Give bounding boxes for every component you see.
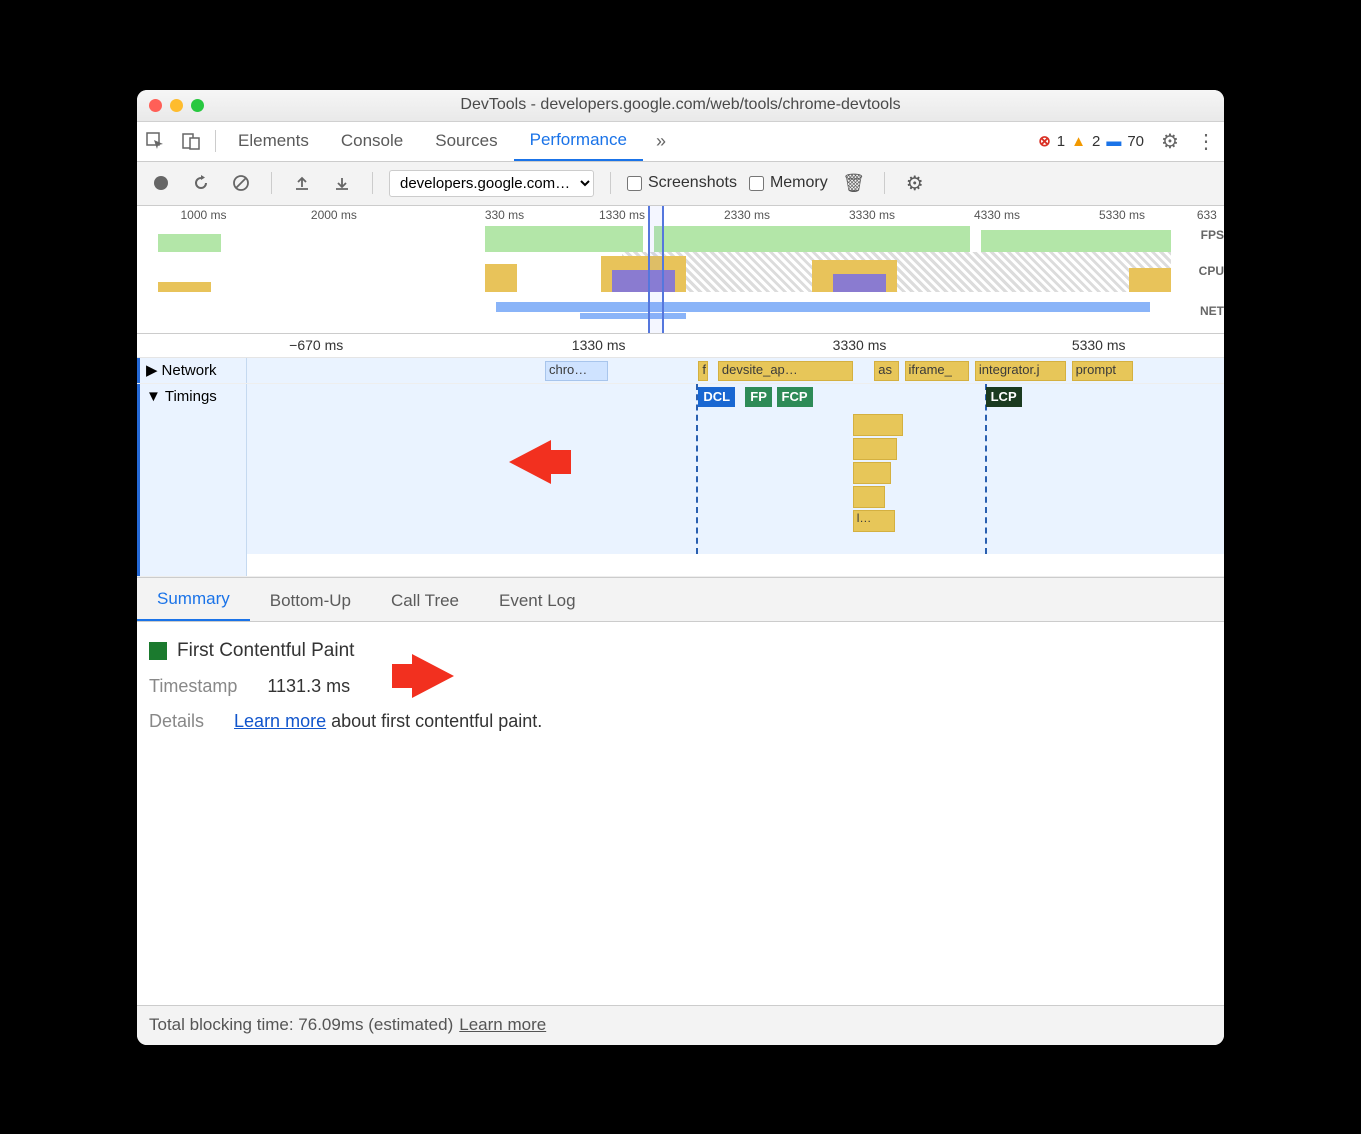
timing-marker-fp[interactable]: FP (745, 387, 772, 407)
network-row-label[interactable]: ▶Network (137, 358, 247, 383)
timing-marker-lcp[interactable]: LCP (986, 387, 1022, 407)
blocking-time-label: Total blocking time: 76.09ms (estimated) (149, 1015, 453, 1035)
tab-elements[interactable]: Elements (222, 122, 325, 161)
minimize-button[interactable] (170, 99, 183, 112)
tab-call-tree[interactable]: Call Tree (371, 581, 479, 621)
expand-icon: ▶ (146, 361, 158, 379)
annotation-arrow-icon (509, 440, 551, 484)
warning-icon: ▲ (1071, 133, 1086, 150)
titlebar: DevTools - developers.google.com/web/too… (137, 90, 1224, 122)
tab-performance[interactable]: Performance (514, 122, 643, 161)
notifications[interactable]: ⊗1 ▲2 ▬70 (1038, 132, 1144, 150)
window-title: DevTools - developers.google.com/web/too… (137, 96, 1224, 114)
recording-select[interactable]: developers.google.com… (389, 170, 594, 197)
timestamp-value: 1131.3 ms (267, 676, 350, 697)
inspect-element-icon[interactable] (137, 132, 173, 150)
tab-bottom-up[interactable]: Bottom-Up (250, 581, 371, 621)
more-menu-icon[interactable]: ⋮ (1188, 129, 1224, 154)
timings-row-label[interactable]: ▼Timings (137, 384, 247, 576)
message-icon: ▬ (1106, 133, 1121, 150)
tabs-overflow-icon[interactable]: » (643, 131, 679, 152)
main-tabs: Elements Console Sources Performance » ⊗… (137, 122, 1224, 162)
error-icon: ⊗ (1038, 132, 1051, 150)
network-lane[interactable]: chro… f devsite_ap… as iframe_ integrator.j pr… (247, 358, 1224, 383)
clear-button[interactable] (227, 169, 255, 197)
network-row: ▶Network chro… f devsite_ap… as iframe_ integ… (137, 358, 1224, 384)
annotation-arrow-icon (412, 654, 454, 698)
overview-timeline[interactable]: 1000 ms 2000 ms 330 ms 1330 ms 2330 ms 3… (137, 206, 1224, 334)
timings-lane[interactable]: l… DCLFPFCPLCP (247, 384, 1224, 554)
network-item[interactable]: as (874, 361, 898, 381)
timings-row: ▼Timings l… DCLFPFCPLCP (137, 384, 1224, 577)
tab-sources[interactable]: Sources (419, 122, 513, 161)
timing-marker-dcl[interactable]: DCL (698, 387, 735, 407)
capture-settings-gear-icon[interactable]: ⚙ (901, 169, 929, 197)
close-button[interactable] (149, 99, 162, 112)
window-controls (149, 99, 204, 112)
summary-panel: First Contentful Paint Timestamp 1131.3 … (137, 622, 1224, 1005)
collapse-icon: ▼ (146, 388, 161, 405)
tab-event-log[interactable]: Event Log (479, 581, 596, 621)
screenshots-toggle[interactable]: Screenshots (627, 174, 737, 192)
record-button[interactable] (147, 169, 175, 197)
performance-toolbar: developers.google.com… Screenshots Memor… (137, 162, 1224, 206)
overview-ruler: 1000 ms 2000 ms 330 ms 1330 ms 2330 ms 3… (137, 206, 1224, 224)
tab-summary[interactable]: Summary (137, 579, 250, 621)
reload-record-button[interactable] (187, 169, 215, 197)
network-item[interactable]: devsite_ap… (718, 361, 853, 381)
status-bar: Total blocking time: 76.09ms (estimated)… (137, 1005, 1224, 1045)
net-label: NET (1192, 304, 1224, 318)
overview-cpu-lane (137, 252, 1192, 292)
footer-learn-more-link[interactable]: Learn more (459, 1015, 546, 1035)
tab-console[interactable]: Console (325, 122, 419, 161)
overview-net-lane (137, 296, 1192, 320)
zoom-button[interactable] (191, 99, 204, 112)
timing-marker-fcp[interactable]: FCP (777, 387, 813, 407)
event-name: First Contentful Paint (177, 640, 354, 662)
device-toolbar-icon[interactable] (173, 132, 209, 150)
load-profile-icon[interactable] (288, 169, 316, 197)
network-item[interactable]: prompt (1072, 361, 1134, 381)
screenshots-checkbox[interactable] (627, 176, 642, 191)
network-item[interactable]: chro… (545, 361, 609, 381)
memory-toggle[interactable]: Memory (749, 174, 828, 192)
network-item[interactable]: integrator.j (975, 361, 1066, 381)
network-item[interactable]: iframe_ (905, 361, 969, 381)
cpu-label: CPU (1192, 264, 1224, 278)
settings-gear-icon[interactable]: ⚙ (1152, 129, 1188, 154)
memory-checkbox[interactable] (749, 176, 764, 191)
overview-fps-lane (137, 224, 1192, 252)
flame-chart[interactable]: −670 ms 1330 ms 3330 ms 5330 ms ▶Network… (137, 334, 1224, 578)
event-color-swatch (149, 642, 167, 660)
fps-label: FPS (1192, 228, 1224, 242)
network-item[interactable]: f (698, 361, 708, 381)
flame-ruler: −670 ms 1330 ms 3330 ms 5330 ms (137, 334, 1224, 358)
garbage-collect-icon[interactable]: 🗑 (840, 169, 868, 197)
timestamp-label: Timestamp (149, 676, 237, 697)
details-label: Details (149, 711, 204, 732)
save-profile-icon[interactable] (328, 169, 356, 197)
details-tabs: Summary Bottom-Up Call Tree Event Log (137, 578, 1224, 622)
devtools-window: DevTools - developers.google.com/web/too… (137, 90, 1224, 1045)
learn-more-link[interactable]: Learn more (234, 711, 326, 731)
